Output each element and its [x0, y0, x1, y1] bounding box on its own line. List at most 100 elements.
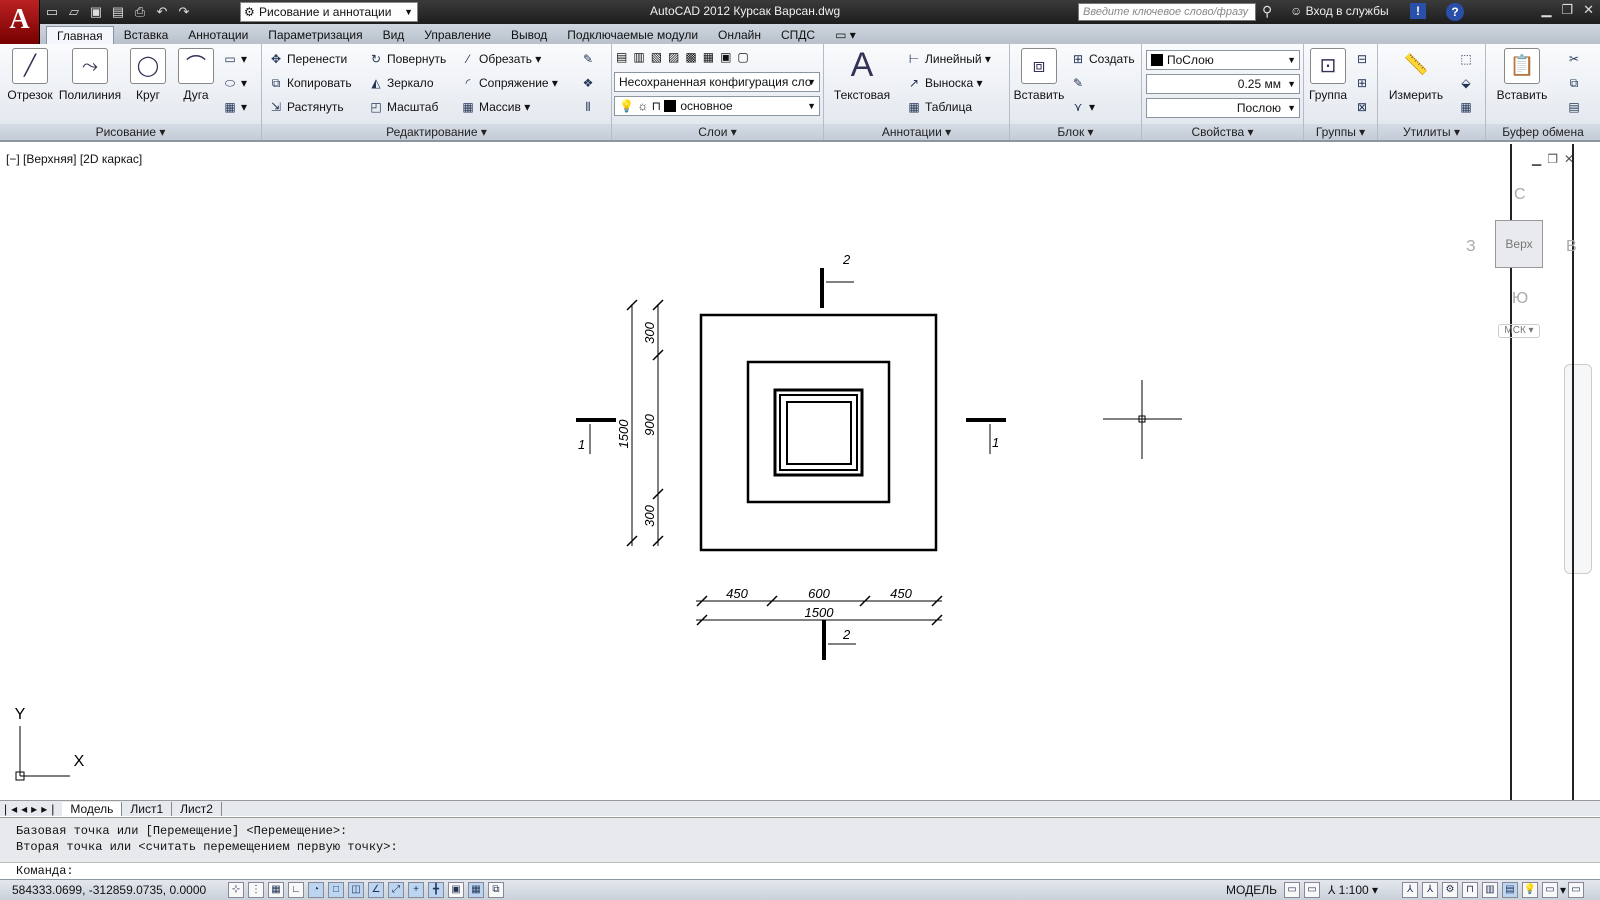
annotation-visibility-icon[interactable]: ⅄	[1402, 882, 1418, 898]
tab-annotate[interactable]: Аннотации	[178, 26, 258, 44]
save-icon[interactable]: ▣	[88, 4, 104, 20]
insert-block-button[interactable]: ⧈ Вставить	[1012, 48, 1066, 102]
drawing-canvas[interactable]: [−] [Верхняя] [2D каркас] 2 2 1 1 1500 3…	[0, 144, 1510, 800]
rotate-button[interactable]: ↻ Повернуть	[368, 48, 446, 70]
quick-select-button[interactable]: ⬚	[1458, 48, 1477, 70]
snap-icon[interactable]: ⋮	[248, 882, 264, 898]
group-select-button[interactable]: ⊠	[1354, 96, 1373, 118]
column-inner-outline-1[interactable]	[779, 394, 858, 471]
tab-sheet2[interactable]: Лист2	[172, 801, 222, 816]
properties-panel-label[interactable]: Свойства ▾	[1142, 124, 1303, 140]
arc-button[interactable]: ⌒ Дуга	[174, 48, 218, 102]
tab-home[interactable]: Главная	[46, 26, 114, 44]
open-folder-icon[interactable]: ▱	[66, 4, 82, 20]
isolate-objects-icon[interactable]: ▤	[1502, 882, 1518, 898]
hatch-button[interactable]: ▦ ▾	[222, 96, 247, 118]
line-button[interactable]: ╱ Отрезок	[6, 48, 54, 102]
hardware-acceleration-icon[interactable]: ▥	[1482, 882, 1498, 898]
workspace-selector[interactable]: ⚙ Рисование и аннотации ▼	[240, 2, 418, 22]
layer-off-icon[interactable]: ▦	[703, 50, 720, 64]
quick-properties-icon[interactable]: ▦	[468, 882, 484, 898]
viewcube-south[interactable]: Ю	[1512, 290, 1528, 308]
restore-icon[interactable]: ❐	[1561, 2, 1573, 18]
copy-clip-button[interactable]: ⧉	[1566, 72, 1585, 94]
osnap-icon[interactable]: □	[328, 882, 344, 898]
copy-button[interactable]: ⧉ Копировать	[268, 72, 352, 94]
stretch-button[interactable]: ⇲ Растянуть	[268, 96, 344, 118]
navigation-bar[interactable]	[1564, 364, 1592, 574]
binoculars-icon[interactable]: ⚲	[1262, 3, 1272, 20]
auto-scale-icon[interactable]: ⅄	[1422, 882, 1438, 898]
mirror-button[interactable]: ◭ Зеркало	[368, 72, 433, 94]
transparency-icon[interactable]: ▣	[448, 882, 464, 898]
rectangle-button[interactable]: ▭ ▾	[222, 48, 247, 70]
layer-match-icon[interactable]: ▥	[633, 50, 650, 64]
undo-icon[interactable]: ↶	[154, 4, 170, 20]
trim-button[interactable]: ⁄ Обрезать ▾	[460, 48, 541, 70]
save-as-icon[interactable]: ▤	[110, 4, 126, 20]
tab-view[interactable]: Вид	[373, 26, 415, 44]
utilities-panel-label[interactable]: Утилиты ▾	[1378, 124, 1485, 140]
quick-view-layouts-icon[interactable]: ▭	[1284, 882, 1300, 898]
quick-view-drawings-icon[interactable]: ▭	[1304, 882, 1320, 898]
groups-panel-label[interactable]: Группы ▾	[1304, 124, 1377, 140]
model-space-toggle[interactable]: МОДЕЛЬ	[1226, 880, 1277, 900]
viewcube[interactable]: Верх	[1495, 220, 1543, 268]
middle-step-outline[interactable]	[746, 360, 891, 504]
command-input[interactable]: Команда:	[0, 862, 1600, 880]
edit-block-button[interactable]: ✎	[1070, 72, 1089, 94]
annotation-scale[interactable]: ⅄ 1:100 ▾	[1328, 880, 1378, 900]
move-button[interactable]: ✥ Перенести	[268, 48, 347, 70]
tab-model[interactable]: Модель	[62, 801, 123, 816]
color-select[interactable]: ПоСлою ▼	[1146, 50, 1300, 70]
layout-nav-arrows[interactable]: |◂◂▸▸|	[0, 802, 62, 816]
tab-insert[interactable]: Вставка	[114, 26, 179, 44]
tab-plugins[interactable]: Подключаемые модули	[557, 26, 708, 44]
fullscreen-icon[interactable]: ▭	[1568, 882, 1585, 898]
polyline-button[interactable]: ⤳ Полилиния	[58, 48, 122, 102]
dyn-icon[interactable]: +	[408, 882, 424, 898]
tab-online[interactable]: Онлайн	[708, 26, 771, 44]
layer-previous-icon[interactable]: ▧	[651, 50, 668, 64]
offset-button[interactable]: ⫴	[580, 96, 599, 118]
tab-spds[interactable]: СПДС	[771, 26, 825, 44]
ungroup-button[interactable]: ⊟	[1354, 48, 1373, 70]
selection-cycling-icon[interactable]: ⧉	[488, 882, 504, 898]
lock-icon[interactable]: ⊓	[1462, 882, 1478, 898]
bulb-icon[interactable]: 💡	[1522, 882, 1538, 898]
workspace-switch-icon[interactable]: ⚙	[1442, 882, 1458, 898]
layer-freeze-icon[interactable]: ▩	[685, 50, 702, 64]
linetype-select[interactable]: Послою ▼	[1146, 98, 1300, 118]
print-icon[interactable]: ⎙	[132, 4, 148, 20]
help-button[interactable]: ?	[1446, 3, 1464, 21]
paste-button[interactable]: 📋 Вставить	[1490, 48, 1554, 102]
modify-panel-label[interactable]: Редактирование ▾	[262, 124, 611, 140]
tab-sheet1[interactable]: Лист1	[122, 801, 173, 816]
polar-icon[interactable]: ◔	[308, 882, 324, 898]
block-attributes-button[interactable]: ⋎ ▾	[1070, 96, 1095, 118]
current-layer-select[interactable]: 💡 ☼ ⊓ основное ▼	[614, 96, 820, 116]
lineweight-select[interactable]: 0.25 мм ▼	[1146, 74, 1300, 94]
minimize-icon[interactable]: ▁	[1541, 2, 1551, 18]
circle-button[interactable]: ◯ Круг	[126, 48, 170, 102]
search-input[interactable]: Введите ключевое слово/фразу	[1078, 3, 1256, 21]
text-button[interactable]: A Текстовая	[830, 48, 894, 102]
layer-lock-icon[interactable]: ▣	[720, 50, 737, 64]
viewport-minimize-icon[interactable]: ▁	[1532, 152, 1547, 166]
draw-panel-label[interactable]: Рисование ▾	[0, 124, 261, 140]
leader-button[interactable]: ↗ Выноска ▾	[906, 72, 983, 94]
3d-osnap-icon[interactable]: ◫	[348, 882, 364, 898]
viewcube-north[interactable]: С	[1514, 186, 1526, 204]
array-button[interactable]: ▦ Массив ▾	[460, 96, 530, 118]
viewport-restore-icon[interactable]: ❐	[1547, 152, 1564, 166]
grid-icon[interactable]: ▦	[268, 882, 284, 898]
column-inner-outline-2[interactable]	[786, 401, 852, 465]
viewcube-east[interactable]: В	[1566, 238, 1577, 256]
otrack-icon[interactable]: ∠	[368, 882, 384, 898]
layer-state-select[interactable]: Несохраненная конфигурация сло ▼	[614, 72, 820, 92]
new-file-icon[interactable]: ▭	[44, 4, 60, 20]
paste-special-button[interactable]: ▤	[1566, 96, 1585, 118]
layer-properties-icon[interactable]: ▤	[616, 50, 633, 64]
infer-constraints-icon[interactable]: ⊹	[228, 882, 244, 898]
table-button[interactable]: ▦ Таблица	[906, 96, 972, 118]
